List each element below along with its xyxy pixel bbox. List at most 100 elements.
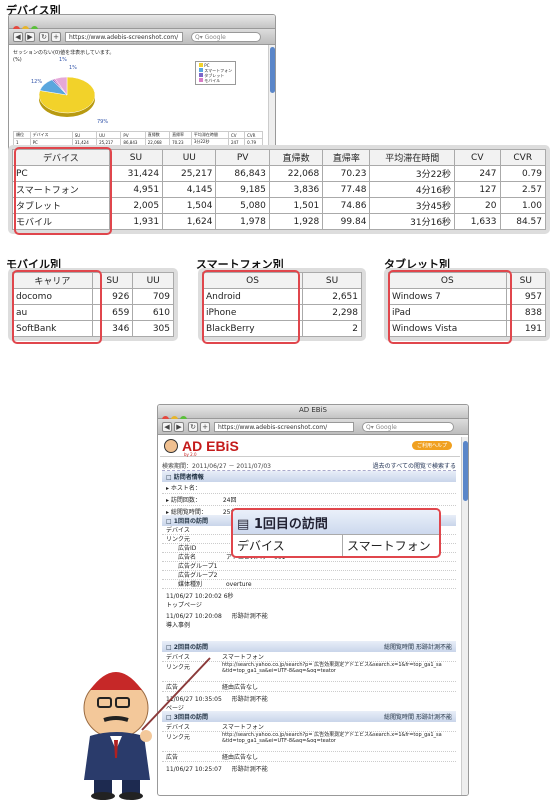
logo-tag: by 2.0: [184, 452, 197, 457]
mobile-table-header-cell[interactable]: UU: [132, 272, 174, 289]
device-table-header-cell[interactable]: UU: [162, 149, 217, 166]
device-table-cell: 2.57: [499, 181, 546, 198]
visit1-detail-label: 媒体種別: [178, 581, 203, 588]
smartphone-table-cell: 2,651: [302, 288, 362, 305]
visit2-link-value[interactable]: http://search.yahoo.co.jp/search?p= 広告効果…: [222, 662, 442, 681]
device-table-cell: 77.48: [322, 181, 371, 198]
visit3-ad-value: 経由広告なし: [222, 754, 259, 761]
pie-label-mobile: 1%: [69, 65, 77, 71]
help-button[interactable]: ご利用ヘルプ: [411, 441, 452, 450]
callout-device-value: スマートフォン: [347, 539, 431, 553]
visit1-detail-label: 広告名: [178, 554, 197, 561]
callout-title: ▤ 1回目の訪問: [233, 510, 439, 534]
device-table-header-cell[interactable]: 直帰数: [268, 149, 324, 166]
mini-table-header: 直帰率: [169, 131, 192, 139]
mini-table-header: CV: [227, 131, 246, 139]
carrier-column-highlight: [12, 270, 102, 344]
notice-text: セッションのない(0)値を非表示しています。: [13, 50, 115, 56]
tablet-table-cell: 957: [505, 288, 547, 305]
tablet-table-cell: 838: [505, 304, 547, 321]
device-table-cell: 86,843: [215, 165, 270, 182]
tablet-table-header-cell[interactable]: SU: [505, 272, 547, 289]
device-table-header-cell[interactable]: SU: [108, 149, 164, 166]
mobile-table-cell: 305: [132, 320, 174, 337]
device-table-cell: 84.57: [499, 213, 546, 230]
smartphone-table-cell: 2,298: [302, 304, 362, 321]
search-field[interactable]: Q▾ Google: [191, 32, 261, 42]
visit1-time2: 11/06/27 10:20:08 形跡計測不能: [166, 613, 268, 620]
device-table-cell: 3分45秒: [369, 197, 456, 214]
visit2-ad-value: 経由広告なし: [222, 684, 259, 691]
mobile-table-cell: 709: [132, 288, 174, 305]
device-table-cell: 31分16秒: [369, 213, 456, 230]
device-table-header-cell[interactable]: PV: [215, 149, 270, 166]
mini-table-header: UU: [96, 131, 122, 139]
back-icon[interactable]: ◀: [162, 422, 172, 432]
url-bar[interactable]: https://www.adebis-screenshot.com/: [214, 422, 354, 432]
device-table-header-cell[interactable]: 平均滞在時間: [369, 149, 456, 166]
visit2-device-value: スマートフォン: [222, 654, 264, 661]
add-icon[interactable]: +: [51, 32, 61, 42]
forward-icon[interactable]: ▶: [174, 422, 184, 432]
callout-device-label: デバイス: [233, 535, 343, 556]
mini-table-header: 平均滞在時間: [190, 131, 229, 139]
visit1-detail-row: 広告グループ1: [162, 562, 456, 571]
search-placeholder: Google: [375, 424, 397, 431]
visit1-detail-value: overture: [226, 581, 252, 588]
reload-icon[interactable]: ↻: [188, 422, 198, 432]
back-icon[interactable]: ◀: [13, 32, 23, 42]
device-table-cell: 70.23: [322, 165, 371, 182]
device-table-cell: 1,624: [162, 213, 217, 230]
tablet-table-cell: 191: [505, 320, 547, 337]
history-search-link[interactable]: 過去のすべての閲覧で検索する: [373, 461, 456, 470]
device-table-cell: 3,836: [268, 181, 324, 198]
visit3-device-value: スマートフォン: [222, 724, 264, 731]
device-table-cell: 4分16秒: [369, 181, 456, 198]
visit1-top-page: トップページ: [166, 602, 202, 609]
pie-legend: PC スマートフォン タブレット モバイル: [195, 61, 237, 85]
device-table-cell: 74.86: [322, 197, 371, 214]
device-table-cell: 1,501: [268, 197, 324, 214]
url-bar[interactable]: https://www.adebis-screenshot.com/: [65, 32, 183, 42]
smartphone-table-header-cell[interactable]: SU: [302, 272, 362, 289]
mini-table-header: デバイス: [29, 131, 73, 139]
device-table-cell: 1,978: [215, 213, 270, 230]
mini-table-header: 直帰数: [144, 131, 171, 139]
visit1-detail-label: 広告グループ1: [178, 563, 218, 570]
device-table-cell: 4,145: [162, 181, 217, 198]
visit1-detail-label: 広告ID: [178, 545, 197, 552]
search-period: 検索期間：2011/06/27 － 2011/07/03: [162, 463, 271, 470]
device-table-cell: 127: [454, 181, 501, 198]
device-column-highlight: [14, 147, 112, 235]
device-table-header-cell[interactable]: CVR: [499, 149, 546, 166]
device-table-cell: 3分22秒: [369, 165, 456, 182]
mascot-pointing-illustration: [83, 657, 211, 800]
device-table-cell: 5,080: [215, 197, 270, 214]
device-table-cell: 1,928: [268, 213, 324, 230]
visit1-detail-row: 媒体種別 overture: [162, 580, 456, 589]
mini-table-header: 順位: [13, 131, 31, 139]
device-table-cell: 1.00: [499, 197, 546, 214]
scale-label: (%): [13, 57, 22, 63]
visit3-link-value[interactable]: http://search.yahoo.co.jp/search?p= 広告効果…: [222, 732, 442, 751]
scrollbar-thumb[interactable]: [270, 47, 275, 93]
scrollbar-thumb[interactable]: [463, 441, 468, 501]
device-table-cell: 2,005: [108, 197, 164, 214]
search-field[interactable]: Q▾ Google: [362, 422, 454, 432]
device-table-header-cell[interactable]: CV: [454, 149, 501, 166]
device-table-cell: 247: [454, 165, 501, 182]
window-title: AD EBiS: [298, 406, 328, 414]
visitor-info-header: □ 訪問者情報: [162, 471, 456, 482]
device-table-header-cell[interactable]: 直帰率: [322, 149, 371, 166]
mini-table-header: CVR: [244, 131, 263, 139]
device-table-cell: 31,424: [108, 165, 164, 182]
top-browser-window: ◀ ▶ ↻ + https://www.adebis-screenshot.co…: [8, 14, 276, 154]
device-table-cell: 9,185: [215, 181, 270, 198]
device-table-cell: 99.84: [322, 213, 371, 230]
device-table-cell: 0.79: [499, 165, 546, 182]
tablet-os-highlight: [388, 270, 512, 344]
forward-icon[interactable]: ▶: [25, 32, 35, 42]
add-icon[interactable]: +: [200, 422, 210, 432]
visit-count-row: ▸ 訪問回数： 24回: [162, 494, 456, 506]
reload-icon[interactable]: ↻: [39, 32, 49, 42]
